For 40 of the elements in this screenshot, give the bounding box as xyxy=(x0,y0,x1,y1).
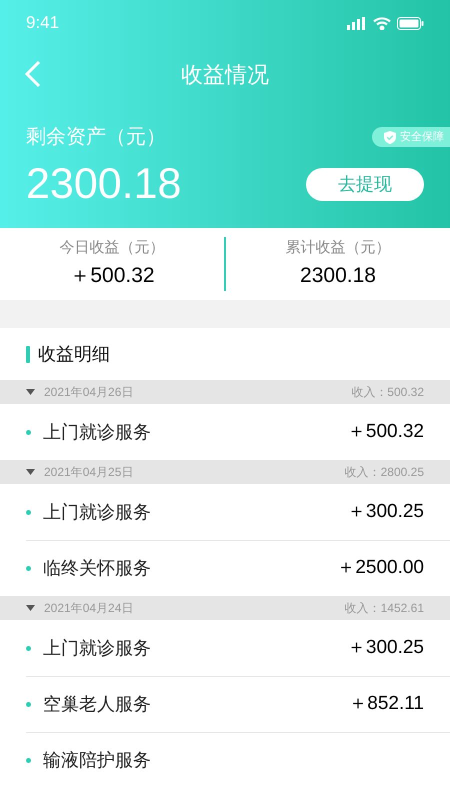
stat-value: ＋500.32 xyxy=(69,262,155,288)
service-name: 上门就诊服务 xyxy=(43,636,151,660)
caret-icon xyxy=(26,389,35,395)
status-time: 9:41 xyxy=(26,12,60,34)
group-income: 收入：2800.25 xyxy=(344,464,424,481)
stat-value: 2300.18 xyxy=(300,262,376,288)
service-name: 上门就诊服务 xyxy=(43,500,151,524)
wifi-icon xyxy=(373,16,391,30)
caret-icon xyxy=(26,469,35,475)
back-button[interactable] xyxy=(24,60,42,88)
date-group-header[interactable]: 2021年04月26日 收入：500.32 xyxy=(0,380,450,404)
group-income: 收入：1452.61 xyxy=(344,600,424,617)
balance-label: 剩余资产（元） xyxy=(25,125,166,150)
signal-icon xyxy=(347,16,367,30)
shield-check-icon xyxy=(384,130,396,144)
group-income: 收入：500.32 xyxy=(351,384,424,401)
service-name: 临终关怀服务 xyxy=(43,557,151,580)
caret-icon xyxy=(26,605,35,611)
back-icon xyxy=(24,60,42,88)
date-group-header[interactable]: 2021年04月25日 收入：2800.25 xyxy=(0,460,450,484)
section-title: 收益明细 xyxy=(38,342,110,366)
service-amount: ＋300.25 xyxy=(346,500,424,524)
balance-amount: 2300.18 xyxy=(26,159,182,210)
service-amount: ＋2500.00 xyxy=(336,556,424,580)
service-amount: ＋300.25 xyxy=(346,636,424,660)
service-name: 输液陪护服务 xyxy=(43,749,151,772)
service-name: 上门就诊服务 xyxy=(43,420,151,444)
service-amount: ＋500.32 xyxy=(346,420,424,444)
stat-label: 累计收益（元） xyxy=(286,238,390,258)
withdraw-button[interactable]: 去提现 xyxy=(306,168,424,200)
stat-label: 今日收益（元） xyxy=(60,238,164,258)
security-badge: 安全保障 xyxy=(372,127,450,147)
group-date: 2021年04月25日 xyxy=(44,464,134,481)
group-date: 2021年04月24日 xyxy=(44,600,134,617)
service-amount: ＋852.11 xyxy=(348,692,424,716)
page-title: 收益情况 xyxy=(181,60,269,88)
battery-icon xyxy=(397,16,424,30)
group-date: 2021年04月26日 xyxy=(44,384,134,401)
service-name: 空巢老人服务 xyxy=(43,693,151,716)
date-group-header[interactable]: 2021年04月24日 收入：1452.61 xyxy=(0,596,450,620)
